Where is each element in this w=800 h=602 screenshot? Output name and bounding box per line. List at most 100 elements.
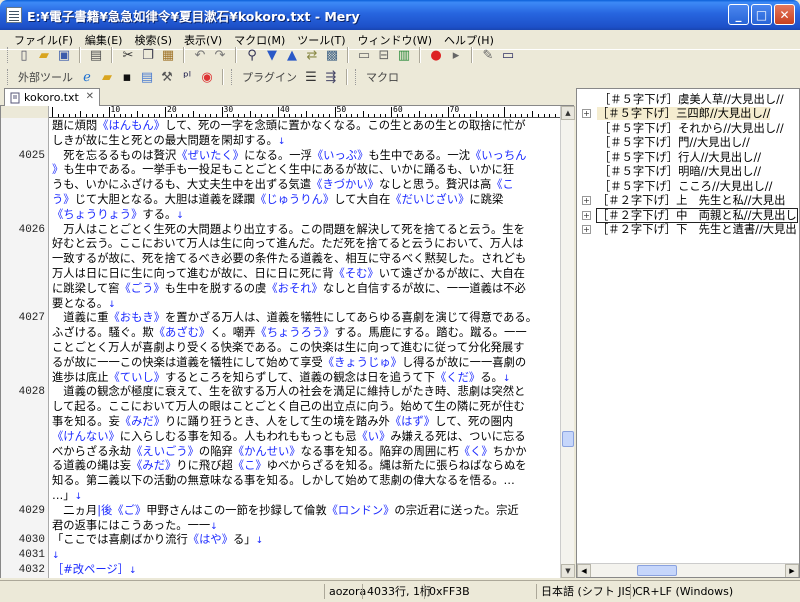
save-icon[interactable]: ▣ [54, 45, 74, 65]
expand-icon[interactable]: + [582, 196, 591, 205]
line-text[interactable]: るが故に一一この快楽は道義を犠牲にして始めて享受《きょうじゅ》し得るが故に一一喜… [52, 356, 526, 371]
scroll-thumb[interactable] [562, 431, 574, 447]
line-text[interactable]: して起る。ここにおいて万人の眼はことごとく自己の出立点に向う。始めて生の隣に死が… [52, 400, 525, 415]
line-text[interactable]: 進歩は底止《ていし》するところを知らずして、道義の観念は日を追うて下《くだ》る。… [52, 371, 510, 387]
line-text[interactable]: う》じて大胆となる。大胆は道義を蹂躙《じゅうりん》して大自在《だいじざい》に跳梁 [52, 193, 503, 208]
pin-icon[interactable]: ✎ [478, 45, 498, 65]
cmd-icon[interactable]: ▪ [117, 67, 137, 87]
close-button[interactable]: ✕ [774, 4, 795, 25]
editor-line[interactable]: 題に煩悶《はんもん》して、死の一字を念頭に置かなくなる。この生とあの生との取捨に… [1, 119, 560, 134]
expand-icon[interactable]: + [582, 211, 591, 220]
pl-icon[interactable]: ᵖˡ [177, 67, 197, 87]
editor-line[interactable]: 進歩は底止《ていし》するところを知らずして、道義の観念は日を追うて下《くだ》る。… [1, 371, 560, 386]
editor-line[interactable]: 4031 ↓ [1, 548, 560, 563]
line-text[interactable]: 一致するが故に、死を捨てるべき必要の条件たる道義を、相互に守るべく黙契した。され… [52, 252, 526, 267]
line-text[interactable]: 万人は日に日に生に向って進むが故に、日に日に死に背《そむ》いて遠ざかるが故に、大… [52, 267, 525, 282]
redo-icon[interactable]: ↷ [210, 45, 230, 65]
editor-line[interactable]: 知る。第二義以下の活動の無意味なる事を知る。しかして始めて悲劇の偉大なるを悟る。… [1, 474, 560, 489]
editor-line[interactable]: 4026 万人はことごとく生死の大問題より出立する。この問題を解決して死を捨てる… [1, 223, 560, 238]
editor-line[interactable]: 《けんない》に入らしむる事を知る。人もわれももっとも忌《い》み嫌える死は、ついに… [1, 430, 560, 445]
editor-line[interactable]: 4028 道義の観念が極度に衰えて、生を欲する万人の社会を満足に維持しがたき時、… [1, 385, 560, 400]
line-text[interactable]: 「ここでは喜劇ばかり流行《はや》る」↓ [52, 533, 263, 549]
editor-line[interactable]: して起る。ここにおいて万人の眼はことごとく自己の出立点に向う。始めて生の隣に死が… [1, 400, 560, 415]
editor-line[interactable]: 4030 「ここでは喜劇ばかり流行《はや》る」↓ [1, 533, 560, 548]
line-text[interactable]: 君の返事にはこうあった。一一↓ [52, 519, 218, 535]
outline-pane[interactable]: ◀ ▶ ［＃５字下げ］虞美人草//大見出し// + ［＃５字下げ］三四郎//大見出し… [576, 88, 800, 578]
editor-line[interactable]: ことごとく万人が喜劇より受くる快楽である。この快楽は生に向って進むに従って分化発… [1, 341, 560, 356]
outline-item[interactable]: + ［＃２字下げ］中 両親と私//大見出し [582, 208, 798, 223]
editor-line[interactable]: ふざける。騒ぐ。欺《あざむ》く。嘲弄《ちょうろう》する。馬鹿にする。踏む。蹴る。… [1, 326, 560, 341]
editor-line[interactable]: …」↓ [1, 489, 560, 504]
outline-horizontal-scrollbar[interactable]: ◀ ▶ [577, 563, 799, 577]
outline-tree-icon[interactable]: ⇶ [321, 67, 341, 87]
toolbar-grip[interactable] [231, 69, 234, 85]
line-text[interactable]: 道義に重《おもき》を置かざる万人は、道義を犠牲にしてあらゆる喜劇を演じて得意であ… [52, 311, 537, 326]
line-text[interactable]: 万人はことごとく生死の大問題より出立する。この問題を解決して死を捨てると云う。生… [52, 223, 525, 238]
editor-line[interactable]: 4029 二ヵ月|後《ご》甲野さんはこの一節を抄録して倫敦《ロンドン》の宗近君に… [1, 504, 560, 519]
chrome-icon[interactable]: ◉ [197, 67, 217, 87]
split-icon[interactable]: ⊟ [374, 45, 394, 65]
outline-item[interactable]: + ［＃５字下げ］三四郎//大見出し// [582, 107, 771, 121]
line-text[interactable]: 《けんない》に入らしむる事を知る。人もわれももっとも忌《い》み嫌える死は、ついに… [52, 430, 526, 445]
tab-kokoro[interactable]: kokoro.txt ✕ [4, 88, 100, 106]
record-macro-icon[interactable]: ● [426, 45, 446, 65]
window-icon[interactable]: ▭ [498, 45, 518, 65]
explorer-icon[interactable]: ▰ [97, 67, 117, 87]
toolbar-grip[interactable] [7, 69, 10, 85]
vertical-scrollbar[interactable]: ▲ ▼ [560, 106, 575, 578]
editor-line[interactable]: に跳梁して窖《ごう》も生中を脱するの虞《おそれ》なしと自信するが故に、一一道義は… [1, 282, 560, 297]
editor-lines[interactable]: 題に煩悶《はんもん》して、死の一字を念頭に置かなくなる。この生とあの生との取捨に… [1, 119, 560, 578]
editor-line[interactable]: 4027 道義に重《おもき》を置かざる万人は、道義を犠牲にしてあらゆる喜劇を演じ… [1, 311, 560, 326]
outline-icon[interactable]: ▥ [394, 45, 414, 65]
paste-icon[interactable]: ▦ [158, 45, 178, 65]
editor-line[interactable]: 事を知る。妄《みだ》りに踊り狂うとき、人をして生の境を踏み外《はず》して、死の圏… [1, 415, 560, 430]
outline-item[interactable]: ［＃５字下げ］行人//大見出し// [582, 151, 761, 165]
list-icon[interactable]: ☰ [301, 67, 321, 87]
editor-line[interactable]: 一致するが故に、死を捨てるべき必要の条件たる道義を、相互に守るべく黙契した。され… [1, 252, 560, 267]
outline-item[interactable]: + ［＃２字下げ］下 先生と遺書//大見出 [582, 223, 797, 237]
line-text[interactable]: 要となる。↓ [52, 297, 116, 313]
ie-icon[interactable]: ℯ [77, 67, 97, 87]
view-icon[interactable]: ▭ [354, 45, 374, 65]
expand-icon[interactable]: + [582, 109, 591, 118]
editor-line[interactable]: べからざる永劫《えいごう》の陥穽《かんせい》なる事を知る。陥穽の周囲に朽《く》ち… [1, 445, 560, 460]
find-prev-icon[interactable]: ▲ [282, 45, 302, 65]
toolbar-grip[interactable] [7, 47, 10, 63]
scroll-left-icon[interactable]: ◀ [577, 564, 591, 577]
editor-line[interactable]: 君の返事にはこうあった。一一↓ [1, 519, 560, 534]
editor-line[interactable]: 4032 ［#改ページ］↓ [1, 563, 560, 578]
new-file-icon[interactable]: ▯ [14, 45, 34, 65]
line-text[interactable]: る道義の縄は妄《みだ》りに飛び超《こ》ゆべからざるを知る。縄は新たに張らねばなら… [52, 459, 527, 474]
outline-item[interactable]: ［＃５字下げ］門//大見出し// [582, 136, 750, 150]
line-text[interactable]: 道義の観念が極度に衰えて、生を欲する万人の社会を満足に維持しがたき時、悲劇は突然… [52, 385, 525, 400]
editor-line[interactable]: 万人は日に日に生に向って進むが故に、日に日に死に背《そむ》いて遠ざかるが故に、大… [1, 267, 560, 282]
find-icon[interactable]: ⚲ [242, 45, 262, 65]
outline-item[interactable]: ［＃５字下げ］それから//大見出し// [582, 122, 784, 136]
editor-line[interactable]: 4025 死を忘るるものは贅沢《ぜいたく》になる。一浮《いっぷ》も生中である。一… [1, 149, 560, 164]
tab-close-icon[interactable]: ✕ [86, 91, 94, 102]
notepad-icon[interactable]: ▤ [137, 67, 157, 87]
maximize-button[interactable]: □ [751, 4, 772, 25]
find-next-icon[interactable]: ▼ [262, 45, 282, 65]
editor-line[interactable]: る道義の縄は妄《みだ》りに飛び超《こ》ゆべからざるを知る。縄は新たに張らねばなら… [1, 459, 560, 474]
line-text[interactable]: ↓ [52, 548, 60, 564]
outline-item[interactable]: ［＃５字下げ］こころ//大見出し// [582, 180, 772, 194]
outline-item[interactable]: ［＃５字下げ］明暗//大見出し// [582, 165, 761, 179]
undo-icon[interactable]: ↶ [190, 45, 210, 65]
copy-icon[interactable]: ❐ [138, 45, 158, 65]
expand-icon[interactable]: + [582, 225, 591, 234]
text-editor[interactable]: 10 20 30 40 50 60 70 題に煩悶《はんもん》して、死の一字を念頭に置かなく… [0, 106, 560, 578]
line-text[interactable]: 二ヵ月|後《ご》甲野さんはこの一節を抄録して倫敦《ロンドン》の宗近君に送った。宗… [52, 504, 518, 519]
outline-item[interactable]: + ［＃２字下げ］上 先生と私//大見出 [582, 194, 785, 208]
line-text[interactable]: 知る。第二義以下の活動の無意味なる事を知る。しかして始めて悲劇の偉大なるを悟る。… [52, 474, 515, 489]
replace-icon[interactable]: ⇄ [302, 45, 322, 65]
line-text[interactable]: 事を知る。妄《みだ》りに踊り狂うとき、人をして生の境を踏み外《はず》して、死の圏… [52, 415, 513, 430]
scroll-down-icon[interactable]: ▼ [561, 564, 575, 578]
open-folder-icon[interactable]: ▰ [34, 45, 54, 65]
outline-item[interactable]: ［＃５字下げ］虞美人草//大見出し// [582, 93, 784, 107]
print-icon[interactable]: ▤ [86, 45, 106, 65]
toolbar-grip[interactable] [355, 69, 358, 85]
editor-line[interactable]: 》も生中である。一挙手も一投足もことごとく生中にあるが故に、いかに踊るも、いかに… [1, 163, 560, 178]
line-text[interactable]: …」↓ [52, 489, 82, 505]
grep-icon[interactable]: ▩ [322, 45, 342, 65]
